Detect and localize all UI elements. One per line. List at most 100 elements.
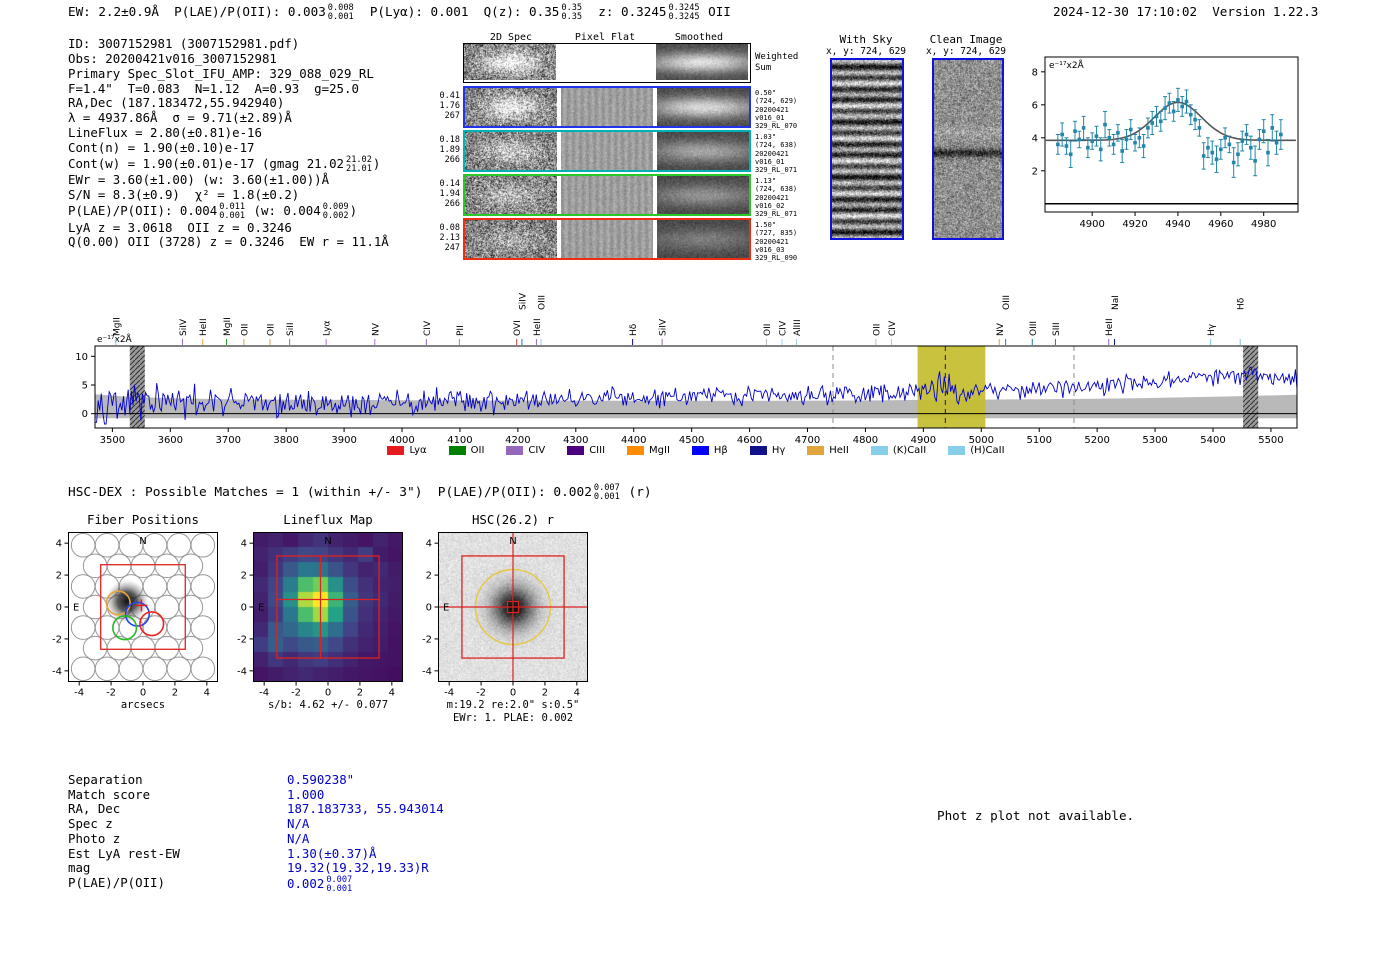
svg-text:-4: -4	[444, 688, 454, 699]
text-segment: Obs: 20200421v016_3007152981	[68, 50, 277, 66]
hsc-caption-2: EWr: 1. PLAE: 0.002	[452, 712, 574, 724]
svg-text:-2: -2	[237, 634, 247, 645]
legend-label: (H)CaII	[970, 445, 1005, 456]
svg-text:-2: -2	[422, 634, 432, 645]
text-segment: 19.32(19.32,19.33)R	[287, 860, 429, 876]
match-field-value: 1.000	[287, 787, 324, 803]
text-segment: ID: 3007152981 (3007152981.pdf)	[68, 36, 300, 51]
legend-item: (K)CaII	[870, 445, 926, 456]
clean-image	[932, 58, 1004, 240]
text-segment: LineFlux = 2.80(±0.81)e-16	[68, 125, 262, 141]
info-line: S/N = 8.3(±0.9) χ² = 1.8(±0.2)	[68, 187, 389, 203]
cutout-spec2d-image	[464, 44, 556, 80]
match-row: Est LyA rest-EW 1.30(±0.37)Å	[68, 845, 444, 862]
legend-swatch	[948, 446, 966, 455]
cutout-right-info: 1.50" (727, 835) 20200421 v016_03 329_RL_090	[755, 221, 798, 263]
with-sky-image	[830, 58, 904, 240]
svg-text:SiIV: SiIV	[179, 318, 189, 336]
svg-text:OII: OII	[763, 324, 773, 336]
svg-text:OII: OII	[872, 324, 882, 336]
text-segment: Cont(w) = 1.90(±0.01)e-17 (gmag 21.02	[68, 155, 345, 171]
legend-label: HeII	[829, 445, 849, 456]
svg-text:4: 4	[574, 688, 580, 699]
legend-item: CIII	[567, 445, 605, 456]
match-table: Separation 0.590238" Match score 1.000 RA, D…	[68, 772, 444, 893]
svg-text:e⁻¹⁷x2Å: e⁻¹⁷x2Å	[97, 333, 133, 345]
cutout-left-stats: 0.41 1.76 267	[439, 91, 460, 121]
info-line: LineFlux = 2.80(±0.81)e-16	[68, 125, 389, 141]
svg-text:SiIV: SiIV	[659, 318, 669, 336]
cutout-column-header-pixelflat: Pixel Flat	[574, 32, 636, 43]
svg-text:OIII: OIII	[1029, 321, 1039, 336]
fiber-positions-title: Fiber Positions	[87, 512, 199, 527]
svg-text:OII: OII	[240, 324, 250, 336]
svg-text:OII: OII	[266, 324, 276, 336]
legend-swatch	[506, 446, 524, 455]
svg-text:-4: -4	[74, 688, 84, 699]
text-segment: P(LAE)/P(OII): 0.004	[68, 202, 218, 218]
legend-swatch	[567, 446, 585, 455]
match-field-label: Photo z	[68, 830, 121, 846]
lineflux-map-title: Lineflux Map	[283, 512, 373, 527]
weighted-sum-label: Weighted Sum	[755, 52, 799, 73]
text-segment: LyA z = 3.0618 OII z = 0.3246	[68, 219, 292, 235]
svg-text:HeII: HeII	[1105, 318, 1115, 336]
match-field-value: 19.32(19.32,19.33)R	[287, 860, 429, 876]
info-line: RA,Dec (187.183472,55.942940)	[68, 95, 389, 111]
hsc-cutout-image	[438, 532, 588, 682]
cutout-column-header-smoothed: Smoothed	[674, 32, 724, 43]
svg-text:2: 2	[1032, 166, 1038, 177]
match-field-label: P(LAE)/P(OII)	[68, 874, 165, 890]
svg-text:SiII: SiII	[286, 322, 296, 336]
cutout-smooth-image	[657, 220, 749, 258]
hsc-caption-1: m:19.2 re:2.0" s:0.5"	[446, 699, 580, 711]
cutout-right-info: 1.03" (724, 638) 20200421 v016_01 329_RL_071	[755, 133, 798, 175]
cutout-spec2d-image	[465, 176, 557, 214]
text-segment: HSC-DEX : Possible Matches = 1 (within +…	[68, 485, 592, 501]
legend-label: CIV	[528, 445, 546, 456]
match-field-label: Est LyA rest-EW	[68, 845, 180, 861]
stacked-uncertainty: 0.008 0.001	[327, 3, 354, 22]
legend-item: Lyα	[387, 445, 427, 456]
svg-text:SIII: SIII	[1052, 322, 1062, 336]
text-segment: 0.002	[287, 875, 325, 891]
svg-text:-4: -4	[237, 666, 247, 677]
svg-text:2: 2	[241, 571, 247, 582]
svg-text:4: 4	[389, 688, 395, 699]
svg-text:2: 2	[542, 688, 548, 699]
cutout-row	[463, 218, 751, 260]
info-line: λ = 4937.86Å σ = 9.71(±2.89)Å	[68, 110, 389, 126]
legend-label: OII	[470, 445, 485, 456]
svg-text:HeII: HeII	[199, 318, 209, 336]
svg-text:8: 8	[1032, 67, 1038, 78]
photz-note: Phot z plot not available.	[937, 808, 1135, 823]
timestamp-version: 2024-12-30 17:10:02 Version 1.22.3	[1053, 4, 1319, 19]
legend-item: CIV	[506, 445, 545, 456]
match-row: Separation 0.590238"	[68, 772, 444, 788]
text-segment: N/A	[287, 830, 310, 846]
svg-text:2: 2	[56, 571, 62, 582]
detection-info-block: ID: 3007152981 (3007152981.pdf) Obs: 2020…	[68, 36, 389, 250]
cutout-smooth-image	[656, 44, 748, 80]
legend-swatch	[870, 446, 888, 455]
svg-text:OIII: OIII	[538, 295, 548, 310]
legend-item: HeII	[807, 445, 849, 456]
info-line: Cont(n) = 1.90(±0.10)e-17	[68, 140, 389, 156]
legend-label: CIII	[589, 445, 606, 456]
cutout-flat-image	[561, 220, 653, 258]
svg-text:OIII: OIII	[1002, 295, 1012, 310]
text-segment: (w: 0.004	[246, 202, 321, 218]
text-segment: EW: 2.2±0.9Å P(LAE)/P(OII): 0.003	[68, 4, 326, 20]
stacked-uncertainty: 0.35 0.35	[561, 3, 583, 22]
summary-header: EW: 2.2±0.9Å P(LAE)/P(OII): 0.003 0.008 0.…	[68, 4, 731, 22]
fiber-xlabel: arcsecs	[120, 699, 166, 711]
svg-text:4: 4	[241, 539, 247, 550]
svg-text:4: 4	[426, 539, 432, 550]
text-segment: RA,Dec (187.183472,55.942940)	[68, 95, 285, 111]
svg-text:NV: NV	[371, 322, 381, 336]
cutout-right-info: 1.13" (724, 638) 20200421 v016_02 329_RL_071	[755, 177, 798, 219]
match-field-value: 0.590238"	[287, 772, 354, 788]
svg-text:0: 0	[241, 603, 247, 614]
match-row: RA, Dec 187.183733, 55.943014	[68, 802, 444, 817]
stacked-uncertainty: 0.009 0.002	[322, 201, 349, 221]
